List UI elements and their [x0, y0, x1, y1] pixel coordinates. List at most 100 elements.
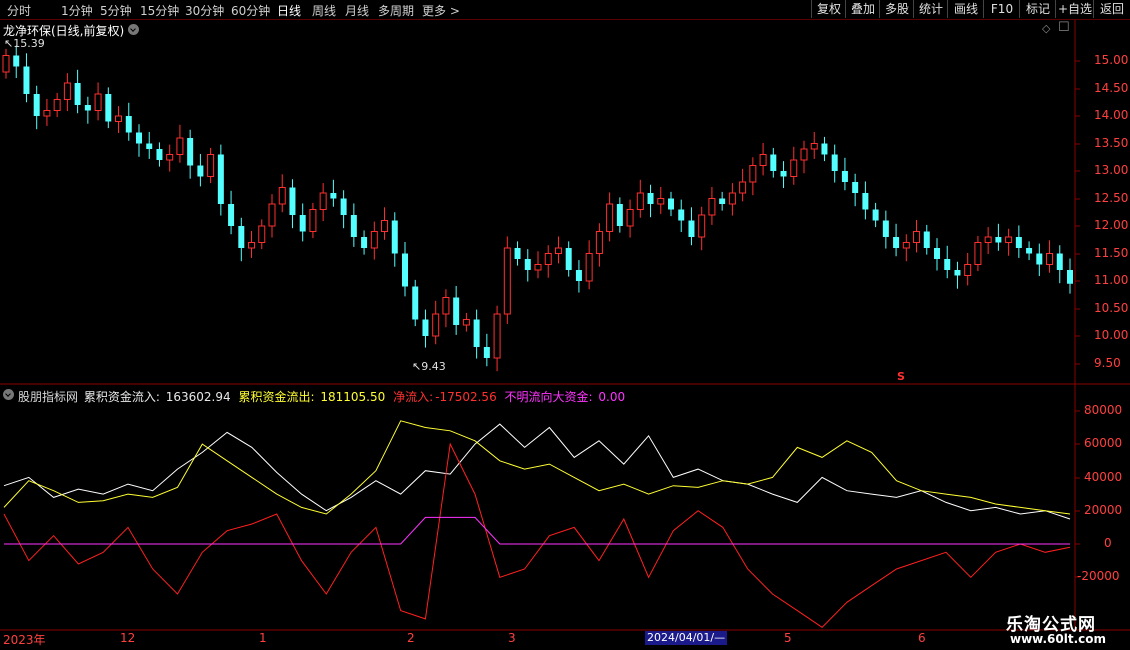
price-tick: 13.00 — [1094, 163, 1129, 177]
candle-body — [872, 209, 879, 221]
outflow-line — [3, 420, 1071, 515]
indicator-tick: 0 — [1104, 536, 1112, 550]
draw-line-button[interactable]: 画线 — [947, 0, 984, 18]
settings-icon[interactable]: ☐ — [1058, 20, 1070, 35]
candle-body — [23, 66, 30, 94]
tab-weekly[interactable]: 周线 — [312, 2, 336, 19]
chevron-down-icon[interactable] — [128, 24, 139, 35]
price-tick: 11.00 — [1094, 273, 1129, 287]
candle-body — [595, 231, 603, 254]
candle-body — [136, 132, 142, 144]
back-button[interactable]: 返回 — [1093, 0, 1130, 18]
candle-body — [719, 198, 726, 204]
candle-body — [810, 143, 818, 150]
candle-body — [616, 204, 623, 226]
indicator-tick: 40000 — [1084, 470, 1123, 484]
candle-body — [94, 93, 102, 111]
tab-fenshi[interactable]: 分时 — [7, 2, 31, 19]
net-inflow-label-text: 净流入: — [393, 390, 434, 404]
candle-body — [84, 105, 91, 111]
period-toolbar: 分时 1分钟 5分钟 15分钟 30分钟 60分钟 日线 周线 月线 多周期 更… — [0, 0, 1130, 20]
diamond-icon[interactable]: ◇ — [1042, 22, 1050, 35]
tab-daily[interactable]: 日线 — [277, 2, 301, 19]
candle-body — [2, 55, 10, 73]
add-watchlist-button[interactable]: +自选 — [1055, 0, 1094, 18]
candle-body — [412, 286, 419, 320]
candle-body — [759, 154, 767, 166]
inflow-label: 累积资金流入: 163602.94 — [84, 390, 233, 404]
candle-body — [821, 143, 828, 155]
tab-15min[interactable]: 15分钟 — [140, 2, 179, 19]
tab-monthly[interactable]: 月线 — [345, 2, 369, 19]
candle-body — [862, 193, 869, 210]
candle-body — [1056, 253, 1063, 270]
candlestick-series — [2, 45, 1073, 372]
candle-body — [544, 253, 552, 265]
candle-body — [1067, 270, 1073, 284]
candle-body — [954, 270, 961, 276]
candle-body — [115, 115, 123, 122]
net-inflow-line — [3, 442, 1071, 628]
tab-60min[interactable]: 60分钟 — [231, 2, 270, 19]
candle-body — [289, 187, 296, 215]
tab-1min[interactable]: 1分钟 — [61, 2, 93, 19]
indicator-name: 股朋指标网 — [18, 390, 79, 404]
candle-body — [13, 55, 20, 67]
price-tick: 14.00 — [1094, 108, 1129, 122]
outflow-label-text: 累积资金流出: — [238, 390, 315, 404]
candle-body — [923, 231, 930, 248]
tab-5min[interactable]: 5分钟 — [100, 2, 132, 19]
chart-area[interactable] — [0, 0, 1130, 650]
event-marker[interactable]: S — [897, 370, 905, 383]
price-tick: 9.50 — [1094, 356, 1121, 370]
indicator-tick: 60000 — [1084, 436, 1123, 450]
tab-30min[interactable]: 30分钟 — [185, 2, 224, 19]
candle-body — [309, 209, 317, 232]
candle-body — [770, 154, 777, 171]
candle-body — [217, 154, 224, 204]
candle-body — [882, 220, 889, 237]
tab-more[interactable]: 更多 > — [422, 2, 460, 19]
candle-body — [657, 198, 665, 205]
candle-body — [514, 248, 521, 259]
candle-body — [698, 214, 706, 238]
date-label: 12 — [120, 631, 136, 645]
candle-body — [473, 319, 480, 347]
date-label: 2 — [407, 631, 415, 645]
candle-body — [1026, 248, 1033, 254]
f10-button[interactable]: F10 — [983, 0, 1020, 18]
candle-body — [207, 154, 215, 177]
indicator-menu-icon[interactable] — [3, 389, 14, 400]
candle-body — [391, 220, 398, 254]
price-tick: 12.50 — [1094, 191, 1129, 205]
candle-body — [503, 247, 511, 315]
candle-body — [330, 193, 337, 199]
candle-body — [370, 231, 378, 249]
candle-body — [708, 198, 716, 216]
candle-body — [258, 225, 266, 243]
stats-button[interactable]: 统计 — [913, 0, 948, 18]
candle-body — [524, 259, 531, 270]
candle-body — [852, 182, 859, 193]
candle-body — [831, 154, 838, 171]
unknown-fund-label-text: 不明流向大资金: — [504, 390, 593, 404]
indicator-tick: 20000 — [1084, 503, 1123, 517]
candle-body — [1005, 236, 1013, 243]
adjust-button[interactable]: 复权 — [811, 0, 846, 18]
date-label: 2023年 — [3, 633, 46, 647]
candle-body — [668, 198, 674, 210]
candle-body — [995, 237, 1002, 243]
tab-multi-period[interactable]: 多周期 — [378, 2, 414, 19]
candle-body — [238, 226, 245, 248]
candle-body — [585, 253, 593, 282]
overlay-button[interactable]: 叠加 — [845, 0, 880, 18]
candle-body — [156, 149, 163, 160]
mark-button[interactable]: 标记 — [1019, 0, 1056, 18]
candle-body — [1036, 253, 1043, 265]
outflow-label: 累积资金流出: 181105.50 — [238, 390, 387, 404]
price-tick: 15.00 — [1094, 53, 1129, 67]
unknown-fund-line — [4, 516, 1070, 545]
high-price-marker: ↖15.39 — [4, 37, 45, 50]
inflow-label-text: 累积资金流入: — [83, 390, 160, 404]
multi-stock-button[interactable]: 多股 — [879, 0, 914, 18]
